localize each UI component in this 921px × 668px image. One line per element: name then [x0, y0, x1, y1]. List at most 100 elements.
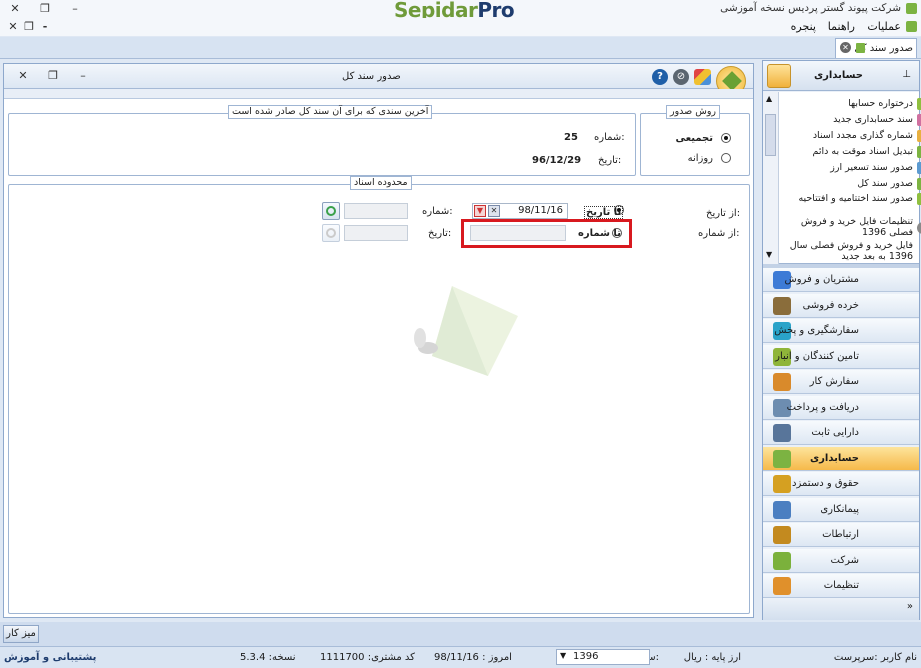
tab-doc-icon — [856, 43, 865, 53]
nav-module-button[interactable]: دریافت و پرداخت — [763, 395, 919, 420]
clear-date-icon[interactable]: ✕ — [488, 205, 500, 217]
fiscal-year-select[interactable]: ▼ 1396 — [556, 649, 650, 665]
options-icon[interactable] — [694, 69, 711, 85]
status-bar: نام کاربر :سرپرست ارز پایه : ریال سال ما… — [0, 646, 921, 668]
refresh-number-button[interactable] — [322, 202, 340, 220]
method-daily-radio[interactable] — [721, 153, 731, 163]
renumber-icon — [917, 130, 921, 142]
scroll-down-icon[interactable]: ▼ — [766, 250, 772, 259]
nav-module-button[interactable]: سفارش کار — [763, 370, 919, 394]
info-icon[interactable]: ⊘ — [673, 69, 689, 85]
menu-operations[interactable]: عملیات — [867, 20, 901, 33]
general-doc-icon — [917, 178, 921, 190]
nav-module-button[interactable]: ارتباطات — [763, 523, 919, 547]
range-date-field[interactable] — [344, 225, 408, 241]
last-doc-number-value: 25 — [564, 132, 578, 143]
sepidar-watermark-icon — [408, 286, 518, 386]
menu-app-icon — [906, 21, 917, 32]
expand-chevron-icon[interactable]: » — [907, 601, 913, 612]
form-restore-icon[interactable]: ❐ — [46, 69, 60, 83]
mdi-restore-icon[interactable]: ❐ — [22, 20, 36, 34]
nav-module-button[interactable]: تامین کنندگان و انبار — [763, 344, 919, 369]
close-icon[interactable]: ✕ — [8, 2, 22, 16]
support-link[interactable]: پشتیبانی و آموزش — [4, 652, 96, 663]
last-doc-legend: آخرین سندی که برای آن سند کل صادر شده اس… — [228, 105, 433, 119]
pin-icon[interactable]: ⊥ — [902, 69, 911, 80]
nav-module-button[interactable]: شرکت — [763, 548, 919, 573]
form-close-icon[interactable]: ✕ — [16, 69, 30, 83]
refresh-date-button[interactable] — [322, 224, 340, 242]
nav-module-label: مشتریان و فروش — [784, 274, 859, 285]
tab-close-icon[interactable]: ✕ — [840, 42, 851, 53]
nav-module-button[interactable]: حقوق و دستمزد — [763, 472, 919, 496]
task-item[interactable]: تنظیمات فایل خرید و فروش فصلی 1396 — [781, 216, 921, 238]
accounting-task-list: ▲ ▼ درختواره حسابها سند حسابداری جدید شم… — [763, 92, 921, 264]
task-label: تبدیل اسناد موقت به دائم — [812, 146, 913, 157]
minimize-icon[interactable]: – — [68, 2, 82, 16]
settings-gear-icon — [917, 222, 921, 234]
nav-module-button[interactable]: مشتریان و فروش — [763, 268, 919, 292]
desktop-button[interactable]: میز کار — [3, 625, 39, 643]
nav-module-button[interactable]: پیمانکاری — [763, 497, 919, 522]
calendar-icon[interactable]: ▼ — [474, 205, 486, 217]
method-daily-label[interactable]: روزانه — [688, 153, 713, 164]
task-item[interactable]: صدور سند تسعیر ارز — [781, 162, 921, 174]
to-number-label[interactable]: تا شماره — [578, 228, 621, 239]
nav-module-label: حقوق و دستمزد — [792, 478, 859, 489]
scroll-up-icon[interactable]: ▲ — [766, 94, 772, 103]
title-bar: ✕ ❐ – SepidarPro شرکت پیوند گستر پردیس ن… — [0, 0, 921, 22]
task-label: صدور سند تسعیر ارز — [830, 162, 913, 173]
convert-icon — [917, 146, 921, 158]
to-date-field[interactable]: ▼ ✕ 98/11/16 — [472, 203, 568, 219]
nav-module-button[interactable]: تنظیمات — [763, 574, 919, 598]
form-title: صدور سند کل — [342, 71, 401, 82]
task-item[interactable]: صدور سند کل — [781, 178, 921, 190]
to-number-field[interactable] — [470, 225, 566, 241]
task-item[interactable]: صدور سند اختتامیه و افتتاحیه — [781, 193, 921, 205]
issue-method-group — [640, 113, 750, 176]
task-item[interactable]: شماره گذاری مجدد اسناد — [781, 130, 921, 142]
last-doc-date-label: تاریخ: — [598, 155, 622, 166]
last-doc-group — [8, 113, 636, 176]
form-logo-shape — [722, 71, 742, 91]
module-icon — [773, 577, 791, 595]
mdi-minimize-icon[interactable]: - — [38, 20, 52, 34]
nav-module-button[interactable]: دارایی ثابت — [763, 421, 919, 445]
closing-doc-icon — [917, 193, 921, 205]
module-icon — [773, 526, 791, 544]
restore-icon[interactable]: ❐ — [38, 2, 52, 16]
nav-module-label: ارتباطات — [822, 529, 859, 540]
to-date-label[interactable]: تا تاریخ — [584, 206, 624, 219]
status-customer-code: کد مشتری: 1111700 — [320, 652, 415, 663]
nav-module-button[interactable]: خرده فروشی — [763, 293, 919, 318]
side-navigation-panel: ⊥ حسابداری ▲ ▼ درختواره حسابها سند حسابد… — [762, 60, 921, 620]
menu-window[interactable]: پنجره — [791, 20, 816, 33]
nav-module-button[interactable]: سفارشگیری و پخش — [763, 319, 919, 343]
mdi-close-icon[interactable]: ✕ — [6, 20, 20, 34]
accounting-icon — [767, 64, 791, 88]
nav-module-button[interactable]: حسابداری — [763, 446, 919, 471]
task-item[interactable]: درختواره حسابها — [781, 98, 921, 110]
menu-help[interactable]: راهنما — [828, 20, 855, 33]
task-item[interactable]: تبدیل اسناد موقت به دائم — [781, 146, 921, 158]
last-doc-number-label: شماره: — [594, 132, 625, 143]
form-title-bar: ✕ ❐ – صدور سند کل ? ⊘ — [4, 64, 753, 96]
nav-module-label: خرده فروشی — [802, 299, 859, 311]
from-date-label: از تاریخ: — [706, 208, 741, 219]
task-label: صدور سند کل — [857, 178, 913, 189]
chevron-down-icon[interactable]: ▼ — [560, 651, 566, 660]
method-aggregate-label[interactable]: تجمیعی — [675, 133, 713, 144]
form-minimize-icon[interactable]: – — [76, 69, 90, 83]
task-list-scrollbar[interactable]: ▲ ▼ — [763, 92, 779, 264]
tab-issue-general-doc[interactable]: صدور سند کل ✕ — [835, 38, 917, 58]
task-item[interactable]: سند حسابداری جدید — [781, 114, 921, 126]
task-item[interactable]: فایل خرید و فروش فصلی سال 1396 به بعد جد… — [781, 240, 913, 262]
range-number-field[interactable] — [344, 203, 408, 219]
nav-module-label: شرکت — [830, 554, 859, 566]
app-title: شرکت پیوند گستر پردیس نسخه آموزشی — [720, 2, 901, 14]
last-doc-date-value: 96/12/29 — [532, 155, 582, 166]
help-icon[interactable]: ? — [652, 69, 668, 85]
method-aggregate-radio[interactable] — [721, 133, 731, 143]
scroll-thumb[interactable] — [765, 114, 776, 156]
status-base-currency: ارز پایه : ریال — [683, 652, 741, 663]
